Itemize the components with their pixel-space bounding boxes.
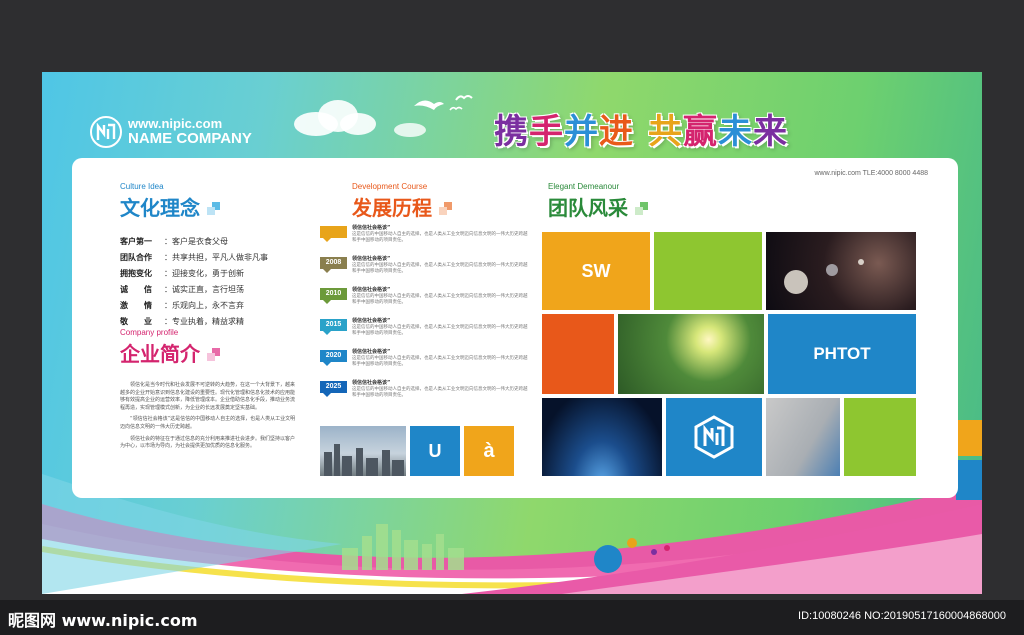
slogan-char: 赢 xyxy=(683,112,718,152)
culture-title-en: Culture Idea xyxy=(120,182,164,191)
city-photo xyxy=(320,426,406,476)
green-tile xyxy=(654,232,762,310)
cloud-icon xyxy=(294,100,376,136)
year-tag: 2025 xyxy=(320,381,347,397)
profile-title-en: Company profile xyxy=(120,328,179,337)
team-title-en: Elegant Demeanour xyxy=(548,182,620,191)
slogan-char: 并 xyxy=(564,112,599,152)
space-photo xyxy=(766,232,916,310)
slogan-char: 进 xyxy=(599,112,634,152)
lime-tile xyxy=(844,398,916,476)
timeline-desc: 这是信信的中国移动人自主的选择，也是人类从工业文明迈向信息文明的一伟大历史跨越和… xyxy=(352,356,528,367)
slogan-char: 手 xyxy=(529,112,564,152)
brand-url: www.nipic.com xyxy=(128,116,223,131)
content-panel: www.nipic.com TLE:4000 8000 4488 Culture… xyxy=(72,158,958,498)
earth-photo xyxy=(542,398,662,476)
contact-info: www.nipic.com TLE:4000 8000 4488 xyxy=(814,170,929,177)
slogan-char: 来 xyxy=(753,112,788,152)
timeline-desc: 这是信信的中国移动人自主的选择，也是人类从工业文明迈向信息文明的一伟大历史跨越和… xyxy=(352,387,528,398)
footer-site: 昵图网 www.nipic.com xyxy=(8,611,198,630)
timeline-row: 2020 领信信社会格该” 这是信信的中国移动人自主的选择，也是人类从工业文明迈向信… xyxy=(320,348,530,374)
office-photo xyxy=(766,398,840,476)
display-board: www.nipic.com NAME COMPANY 携手并进 共赢未来 www… xyxy=(42,72,982,594)
edge-bar-orange xyxy=(956,420,982,456)
timeline-title: 领信信社会格该” xyxy=(352,225,391,231)
development-title-cn: 发展历程 xyxy=(352,196,432,220)
timeline-row: 2025 领信信社会格该” 这是信信的中国移动人自主的选择，也是人类从工业文明迈向信… xyxy=(320,379,530,405)
brand-name: NAME COMPANY xyxy=(128,130,252,147)
timeline-desc: 这是信信的中国移动人自主的选择，也是人类从工业文明迈向信息文明的一伟大历史跨越和… xyxy=(352,263,528,274)
slogan-char: 共 xyxy=(648,112,683,152)
year-tag: 2015 xyxy=(320,319,347,335)
timeline-row: 2010 领信信社会格该” 这是信信的中国移动人自主的选择，也是人类从工业文明迈向信… xyxy=(320,286,530,312)
square-decoration xyxy=(439,207,447,215)
timeline-title: 领信信社会格该” xyxy=(352,256,391,262)
red-tile xyxy=(542,314,614,394)
culture-list: 客户第一 ：客户是衣食父母 团队合作 ：共享共担，平凡人做非凡事 拥抱变化 ：迎接变化… xyxy=(120,234,268,330)
timeline-title: 领信信社会格该” xyxy=(352,349,391,355)
square-decoration xyxy=(635,207,643,215)
timeline-title: 领信信社会格该” xyxy=(352,287,391,293)
timeline-title: 领信信社会格该” xyxy=(352,318,391,324)
year-tag xyxy=(320,226,347,242)
culture-title-cn: 文化理念 xyxy=(120,196,200,220)
timeline-desc: 这是信信的中国移动人自主的选择，也是人类从工业文明迈向信息文明的一伟大历史跨越和… xyxy=(352,325,528,336)
list-item: 拥抱变化 ：迎接变化，勇于创新 xyxy=(120,269,244,278)
square-decoration xyxy=(207,207,215,215)
slogan-title: 携手并进 共赢未来 xyxy=(494,104,788,153)
list-item: 激 情：乐观向上，永不言弃 xyxy=(120,301,244,310)
slogan-char: 携 xyxy=(494,112,529,152)
forest-photo xyxy=(618,314,764,394)
slogan-char: 未 xyxy=(718,112,753,152)
timeline-desc: 这是信信的中国移动人自主的选择，也是人类从工业文明迈向信息文明的一伟大历史跨越和… xyxy=(352,232,528,243)
year-tag: 2008 xyxy=(320,257,347,273)
bird-icon xyxy=(414,95,473,111)
tile-u: U xyxy=(410,426,460,476)
tile-phtot: PHTOT xyxy=(768,314,916,394)
list-item: 团队合作 ：共享共担，平凡人做非凡事 xyxy=(120,253,268,262)
team-title-cn: 团队风采 xyxy=(548,196,628,220)
list-item: 客户第一 ：客户是衣食父母 xyxy=(120,237,228,246)
year-tag: 2010 xyxy=(320,288,347,304)
small-cloud-icon xyxy=(394,123,426,137)
timeline-row: 2015 领信信社会格该” 这是信信的中国移动人自主的选择，也是人类从工业文明迈向信… xyxy=(320,317,530,343)
profile-text: 领信化是当今时代和社会发展不可逆转的大趋势，在这一个大背景下，越来越多的企业开始… xyxy=(120,382,296,450)
profile-title-cn: 企业简介 xyxy=(120,342,200,366)
logo-icon xyxy=(694,415,734,459)
tile-a: à xyxy=(464,426,514,476)
square-decoration xyxy=(207,353,215,361)
development-title-en: Development Course xyxy=(352,182,428,191)
timeline-title: 领信信社会格该” xyxy=(352,380,391,386)
footer-id: ID:10080246 NO:20190517160004868000 xyxy=(798,610,1006,622)
timeline-row: 领信信社会格该” 这是信信的中国移动人自主的选择，也是人类从工业文明迈向信息文明的… xyxy=(320,224,530,250)
timeline-row: 2008 领信信社会格该” 这是信信的中国移动人自主的选择，也是人类从工业文明迈向信… xyxy=(320,255,530,281)
logo-tile xyxy=(666,398,762,476)
edge-bar-blue xyxy=(956,460,982,500)
tile-sw: SW xyxy=(542,232,650,310)
logo-icon xyxy=(90,116,122,148)
timeline-desc: 这是信信的中国移动人自主的选择，也是人类从工业文明迈向信息文明的一伟大历史跨越和… xyxy=(352,294,528,305)
list-item: 诚 信：诚实正直，言行坦荡 xyxy=(120,285,244,294)
year-tag: 2020 xyxy=(320,350,347,366)
